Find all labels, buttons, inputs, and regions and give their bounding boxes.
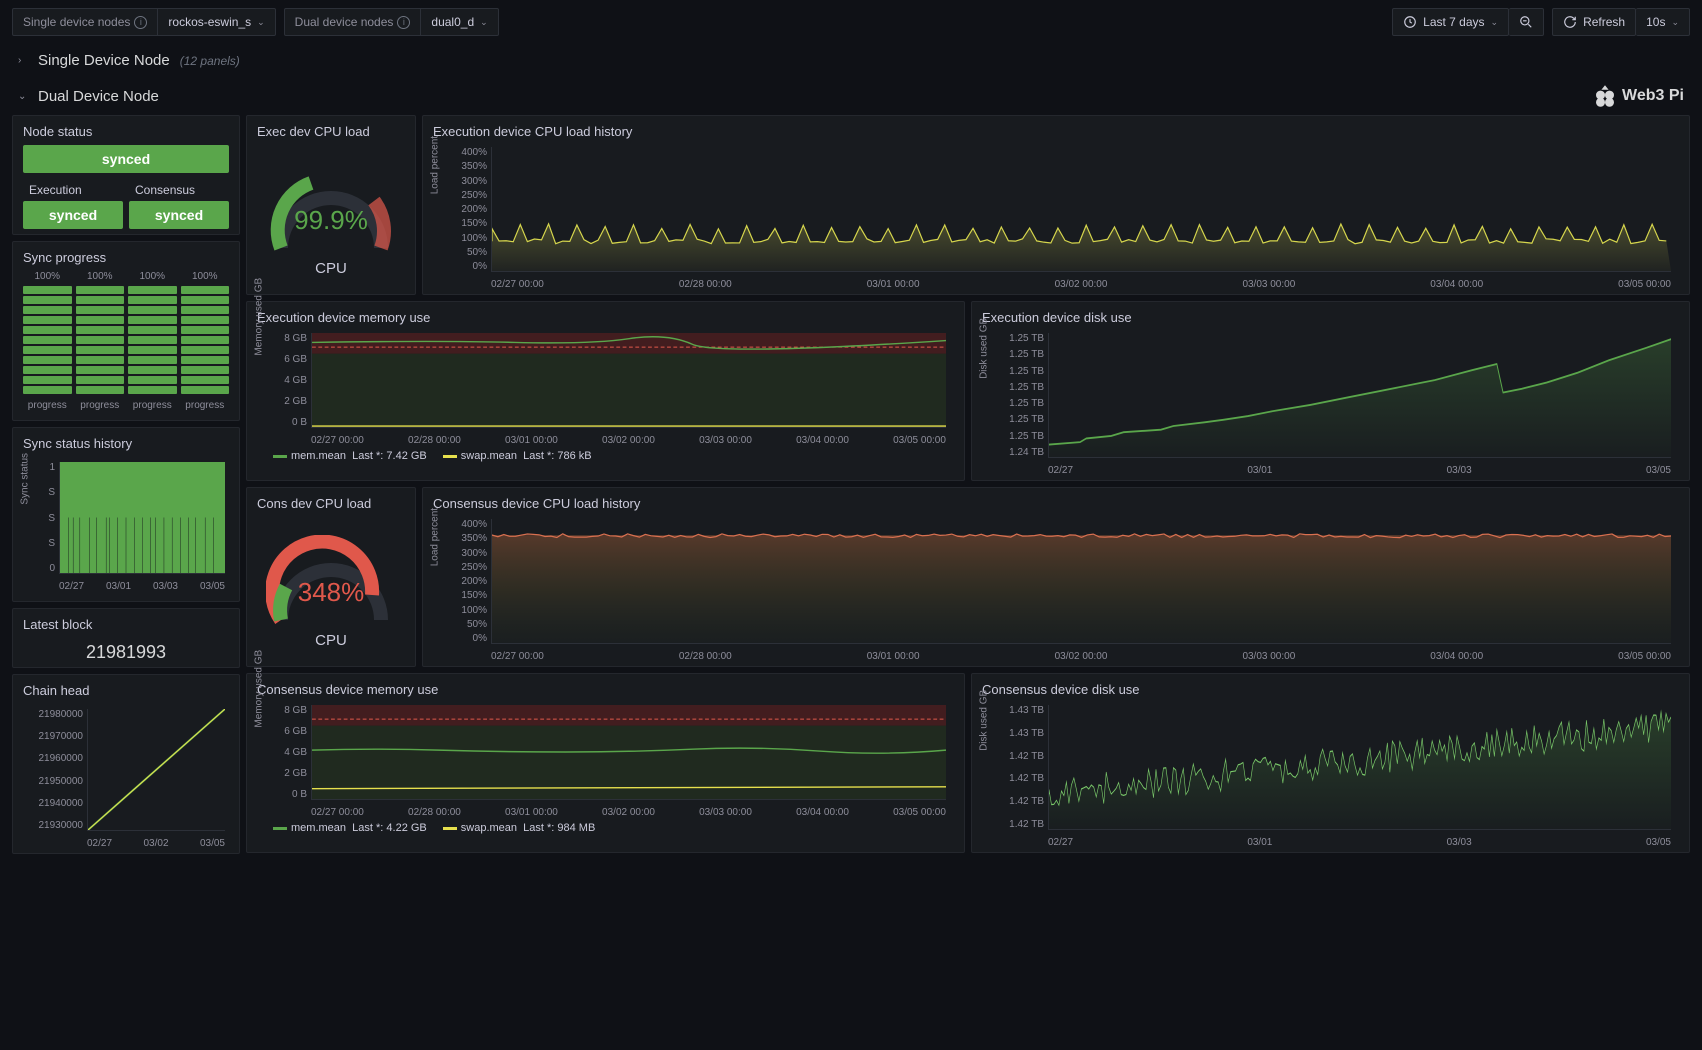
refresh-interval-dropdown[interactable]: 10s⌄: [1636, 8, 1690, 36]
var-single-device: Single device nodes i rockos-eswin_s⌄: [12, 8, 276, 36]
y-axis-label: Load percent: [430, 135, 441, 193]
zoom-out-button[interactable]: [1509, 8, 1544, 36]
bar-chart: [60, 462, 225, 573]
var1-label: Single device nodes: [23, 15, 130, 29]
panel-chain-head[interactable]: Chain head 21980000 21970000 21960000 21…: [12, 674, 240, 854]
line-chart: [88, 709, 225, 830]
panel-sync-progress[interactable]: Sync progress 100% 100% 100% 100% progre…: [12, 241, 240, 421]
var2-label: Dual device nodes: [295, 15, 394, 29]
var2-value-dropdown[interactable]: dual0_d⌄: [420, 9, 497, 35]
panel-cons-memory[interactable]: Consensus device memory use Memory used …: [246, 673, 965, 853]
chevron-down-icon: ⌄: [1491, 17, 1499, 28]
panel-sync-status-history[interactable]: Sync status history Sync status 1 S S S …: [12, 427, 240, 602]
line-chart: [1049, 705, 1671, 829]
brand-logo: Web3 Pi: [1596, 85, 1684, 107]
row-single-device[interactable]: › Single Device Node (12 panels): [0, 44, 1702, 77]
line-chart: [1049, 333, 1671, 457]
panel-cons-disk[interactable]: Consensus device disk use Disk used GB 1…: [971, 673, 1690, 853]
info-icon[interactable]: i: [134, 16, 147, 29]
line-chart: [492, 147, 1671, 271]
legend: mem.mean Last *: 4.22 GB swap.mean Last …: [257, 818, 954, 838]
line-chart: [312, 333, 946, 427]
chevron-down-icon: ⌄: [18, 91, 28, 102]
panel-exec-memory[interactable]: Execution device memory use Memory used …: [246, 301, 965, 481]
y-axis-label: Load percent: [430, 507, 441, 565]
refresh-icon: [1563, 15, 1577, 29]
web3pi-icon: [1596, 85, 1614, 107]
y-axis-label: Disk used GB: [979, 689, 990, 750]
panel-latest-block[interactable]: Latest block 21981993: [12, 608, 240, 668]
panel-cons-cpu-gauge[interactable]: Cons dev CPU load 348% CPU: [246, 487, 416, 667]
info-icon[interactable]: i: [397, 16, 410, 29]
zoom-out-icon: [1519, 15, 1533, 29]
legend: mem.mean Last *: 7.42 GB swap.mean Last …: [257, 446, 954, 466]
toolbar: Single device nodes i rockos-eswin_s⌄ Dua…: [0, 0, 1702, 44]
chevron-down-icon: ⌄: [480, 17, 488, 28]
row-dual-device[interactable]: ⌄ Dual Device Node Web3 Pi: [0, 77, 1702, 115]
panel-exec-cpu-gauge[interactable]: Exec dev CPU load 99.9% CPU: [246, 115, 416, 295]
clock-icon: [1403, 15, 1417, 29]
time-range-button[interactable]: Last 7 days⌄: [1392, 8, 1509, 36]
panel-exec-cpu-history[interactable]: Execution device CPU load history Load p…: [422, 115, 1690, 295]
y-axis-label: Memory used GB: [254, 649, 265, 727]
status-badge: synced: [129, 201, 229, 229]
panel-node-status[interactable]: Node status synced Executionsynced Conse…: [12, 115, 240, 235]
line-chart: [492, 519, 1671, 643]
y-axis-label: Memory used GB: [254, 277, 265, 355]
chevron-down-icon: ⌄: [257, 17, 265, 28]
refresh-button[interactable]: Refresh: [1552, 8, 1636, 36]
var-dual-device: Dual device nodesi dual0_d⌄: [284, 8, 499, 36]
chevron-down-icon: ⌄: [1671, 17, 1679, 28]
panel-cons-cpu-history[interactable]: Consensus device CPU load history Load p…: [422, 487, 1690, 667]
y-axis-label: Disk used GB: [979, 317, 990, 378]
chevron-right-icon: ›: [18, 55, 28, 66]
y-axis-label: Sync status: [20, 452, 31, 504]
status-badge: synced: [23, 201, 123, 229]
var1-value-dropdown[interactable]: rockos-eswin_s⌄: [157, 9, 274, 35]
panel-exec-disk[interactable]: Execution device disk use Disk used GB 1…: [971, 301, 1690, 481]
status-badge: synced: [23, 145, 229, 173]
line-chart: [312, 705, 946, 799]
